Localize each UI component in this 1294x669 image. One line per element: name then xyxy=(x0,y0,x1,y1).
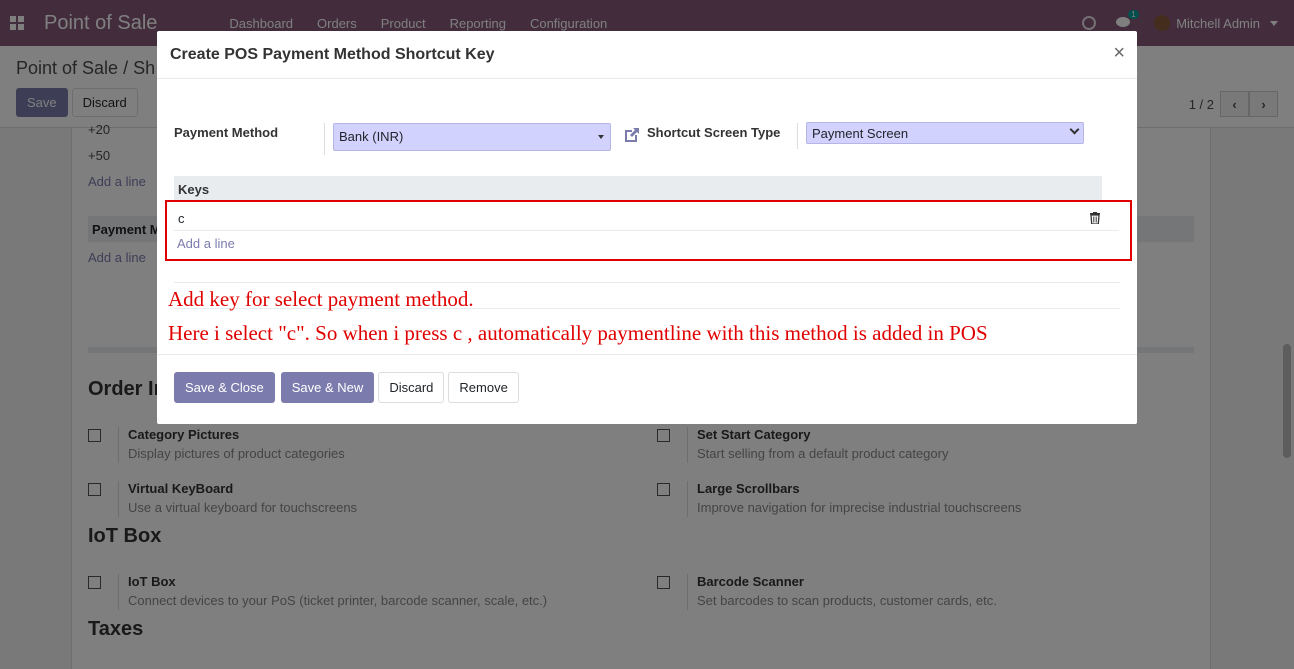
footer-buttons: Save & Close Save & New Discard Remove xyxy=(174,372,519,403)
modal-header: Create POS Payment Method Shortcut Key × xyxy=(157,31,1137,79)
create-shortcut-key-dialog: Create POS Payment Method Shortcut Key ×… xyxy=(157,31,1137,424)
payment-method-label: Payment Method xyxy=(174,125,279,140)
discard-button[interactable]: Discard xyxy=(378,372,445,403)
caret-down-icon xyxy=(598,135,604,139)
divider xyxy=(324,123,325,155)
external-link-icon[interactable] xyxy=(623,126,641,144)
payment-method-select[interactable]: Bank (INR) xyxy=(333,123,611,151)
divider xyxy=(797,123,798,149)
annotation-text-1: Add key for select payment method. xyxy=(168,287,474,311)
save-close-button[interactable]: Save & Close xyxy=(174,372,275,403)
shortcut-screen-type-label: Shortcut Screen Type xyxy=(647,125,781,140)
keys-column-header: Keys xyxy=(174,176,1102,202)
chevron-down-icon xyxy=(1069,124,1080,135)
shortcut-screen-type-select[interactable]: Payment Screen xyxy=(806,122,1084,144)
remove-button[interactable]: Remove xyxy=(448,372,519,403)
highlight-box xyxy=(165,200,1132,261)
close-icon[interactable]: × xyxy=(1113,42,1125,65)
annotation-text-2: Here i select "c". So when i press c , a… xyxy=(168,321,988,345)
modal-title: Create POS Payment Method Shortcut Key xyxy=(170,46,495,63)
screen-type-value: Payment Screen xyxy=(812,126,909,141)
divider xyxy=(174,282,1120,283)
payment-method-value: Bank (INR) xyxy=(339,129,404,144)
save-new-button[interactable]: Save & New xyxy=(280,372,375,403)
modal-footer: Save & Close Save & New Discard Remove xyxy=(157,354,1137,424)
